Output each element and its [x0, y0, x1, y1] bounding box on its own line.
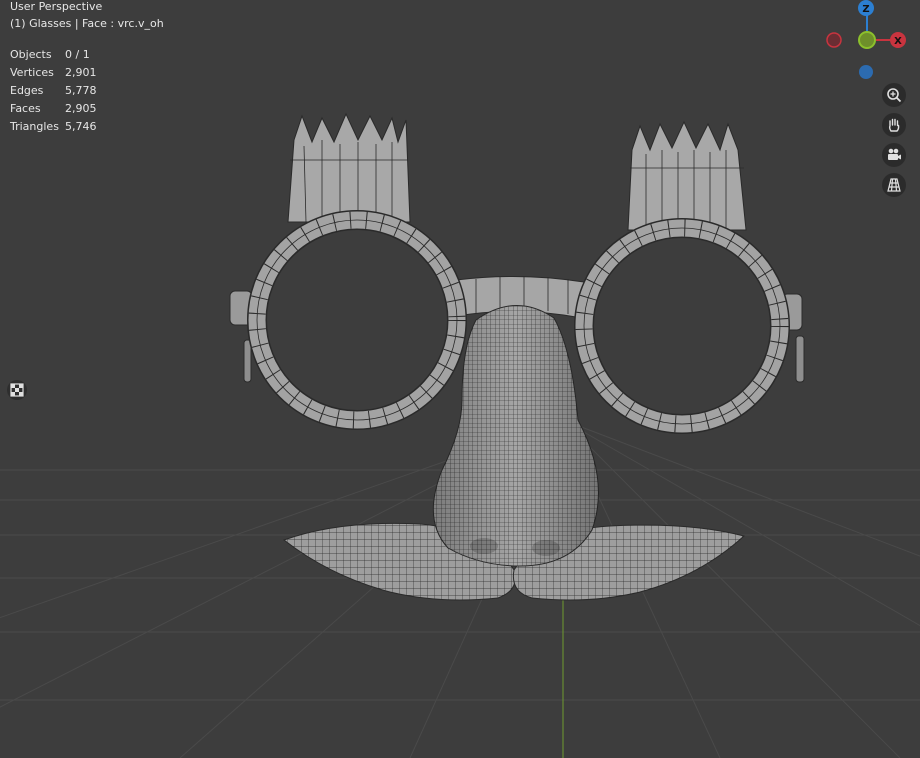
stat-value: 5,778 [65, 84, 97, 97]
camera-view-button[interactable] [882, 143, 906, 167]
pan-button[interactable] [882, 113, 906, 137]
camera-icon [888, 148, 901, 160]
statistics-overlay: Objects 0 / 1 Vertices 2,901 Edges 5,778… [10, 46, 97, 136]
neg-x-axis-handle[interactable] [826, 32, 842, 48]
zoom-icon [887, 88, 902, 103]
zoom-button[interactable] [882, 83, 906, 107]
eyebrow-right [627, 120, 747, 231]
stat-row-triangles: Triangles 5,746 [10, 118, 97, 136]
stat-label: Edges [10, 84, 44, 97]
eyebrow-left [287, 112, 411, 223]
checker-icon [10, 383, 24, 397]
x-axis-label: X [894, 36, 902, 47]
stat-value: 2,901 [65, 66, 97, 79]
stat-value: 5,746 [65, 120, 97, 133]
lens-ring-right [574, 218, 790, 434]
stat-row-objects: Objects 0 / 1 [10, 46, 97, 64]
object-context: (1) Glasses | Face : vrc.v_oh [10, 17, 164, 30]
stat-value: 2,905 [65, 102, 97, 115]
stat-row-faces: Faces 2,905 [10, 100, 97, 118]
stat-value: 0 / 1 [65, 48, 90, 61]
lens-ring-left [247, 210, 467, 430]
sidebar-toggle-button[interactable] [7, 380, 27, 400]
perspective-toggle-button[interactable] [882, 173, 906, 197]
3d-viewport[interactable] [0, 0, 920, 758]
z-axis-label: Z [862, 4, 869, 15]
grid-perspective-icon [887, 178, 901, 192]
stat-row-edges: Edges 5,778 [10, 82, 97, 100]
stat-label: Faces [10, 102, 41, 115]
stat-row-vertices: Vertices 2,901 [10, 64, 97, 82]
navigation-gizmo[interactable]: Z X [822, 0, 914, 84]
stat-label: Triangles [10, 120, 59, 133]
stat-label: Vertices [10, 66, 54, 79]
y-axis-handle[interactable] [858, 31, 876, 49]
hand-pan-icon [888, 118, 900, 132]
view-name: User Perspective [10, 0, 103, 13]
neg-z-axis-handle[interactable] [859, 65, 873, 79]
stat-label: Objects [10, 48, 52, 61]
